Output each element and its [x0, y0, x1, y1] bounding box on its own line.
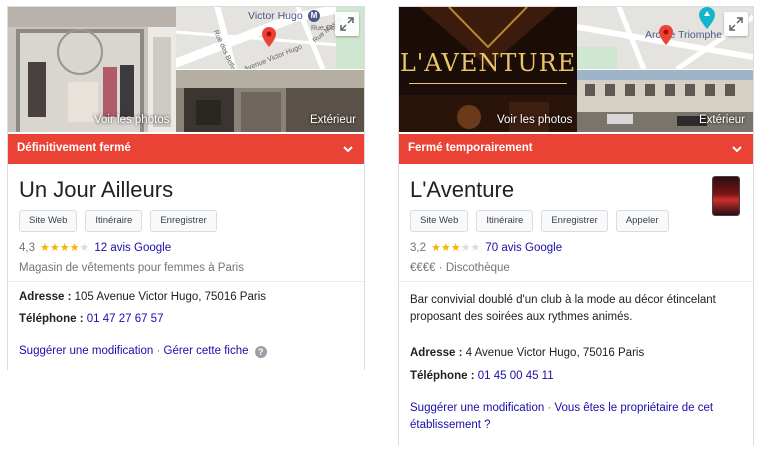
status-text: Fermé temporairement: [408, 142, 533, 154]
star-icon: ★: [450, 242, 461, 254]
website-button[interactable]: Site Web: [410, 210, 469, 232]
business-category-row: €€€€ · Discothèque: [410, 262, 510, 274]
status-banner[interactable]: Fermé temporairement: [399, 134, 753, 164]
star-icon: ★: [440, 242, 451, 254]
logo-rule: [409, 83, 567, 84]
separator: ·: [156, 345, 161, 357]
star-rating: ★ ★ ★ ★ ★: [431, 241, 480, 254]
photos-thumbnail[interactable]: Voir les photos: [8, 7, 176, 132]
chevron-down-icon[interactable]: [731, 143, 743, 155]
star-icon: ★: [40, 242, 50, 254]
suggest-edit-link[interactable]: Suggérer une modification: [410, 402, 544, 414]
address-value: 4 Avenue Victor Hugo, 75016 Paris: [465, 347, 645, 359]
knowledge-panel-un-jour-ailleurs: Voir les photos Victor Hugo M Rue des Be…: [7, 6, 365, 370]
street-view-thumbnail[interactable]: Extérieur: [176, 70, 364, 132]
media-strip: Voir les photos Victor Hugo M Rue des Be…: [8, 7, 364, 132]
star-icon: ★: [69, 242, 80, 254]
address-value: 105 Avenue Victor Hugo, 75016 Paris: [74, 291, 267, 303]
venue-logo-text: L'AVENTURE: [399, 49, 577, 77]
chevron-down-icon[interactable]: [342, 143, 354, 155]
expand-icon: [340, 17, 354, 31]
rating-row: 3,2 ★ ★ ★ ★ ★ 70 avis Google: [410, 241, 562, 255]
save-button[interactable]: Enregistrer: [150, 210, 217, 232]
status-banner[interactable]: Définitivement fermé: [8, 134, 364, 164]
map-thumbnail[interactable]: Arc de Triomphe: [577, 7, 753, 69]
star-icon: ★: [59, 242, 70, 254]
phone-row: Téléphone : 01 45 00 45 11: [410, 370, 554, 382]
address-label: Adresse :: [410, 347, 463, 359]
address-row: Adresse : 4 Avenue Victor Hugo, 75016 Pa…: [410, 347, 644, 359]
map-street-label: Rue Co: [311, 25, 335, 32]
rating-row: 4,3 ★ ★ ★ ★ ★ 12 avis Google: [19, 241, 171, 255]
action-buttons: Site Web Itinéraire Enregistrer: [19, 210, 217, 232]
status-text: Définitivement fermé: [17, 142, 131, 154]
star-icon: ★: [49, 242, 60, 254]
exterior-label[interactable]: Extérieur: [699, 114, 745, 126]
star-icon: ★: [460, 242, 471, 254]
business-category: Magasin de vêtements pour femmes à Paris: [19, 262, 244, 274]
rating-value: 4,3: [19, 241, 35, 254]
phone-label: Téléphone :: [410, 370, 475, 382]
map-pin-icon: [262, 27, 276, 47]
venue-thumbnail-image[interactable]: [713, 177, 739, 215]
price-level: €€€€: [410, 262, 436, 274]
manage-listing-link[interactable]: Gérer cette fiche: [164, 345, 249, 357]
star-icon: ★: [470, 242, 481, 254]
star-rating: ★ ★ ★ ★ ★: [40, 241, 89, 254]
suggest-edit-link[interactable]: Suggérer une modification: [19, 345, 153, 357]
expand-icon: [729, 17, 743, 31]
reviews-link[interactable]: 12 avis Google: [94, 242, 171, 254]
media-strip: L'AVENTURE Voir les photos Arc de Triomp…: [399, 7, 753, 132]
address-label: Adresse :: [19, 291, 72, 303]
knowledge-panel-laventure: L'AVENTURE Voir les photos Arc de Triomp…: [398, 6, 754, 446]
business-title: L'Aventure: [410, 177, 515, 202]
view-photos-label[interactable]: Voir les photos: [94, 114, 169, 126]
map-landmark-label: Arc de Triomphe: [645, 29, 723, 41]
street-view-thumbnail[interactable]: Extérieur: [577, 70, 753, 132]
website-button[interactable]: Site Web: [19, 210, 78, 232]
separator: ·: [547, 402, 552, 414]
directions-button[interactable]: Itinéraire: [476, 210, 534, 232]
reviews-link[interactable]: 70 avis Google: [485, 242, 562, 254]
save-button[interactable]: Enregistrer: [541, 210, 608, 232]
separator: ·: [438, 262, 443, 274]
photos-thumbnail[interactable]: L'AVENTURE Voir les photos: [399, 7, 577, 132]
exterior-label[interactable]: Extérieur: [310, 114, 356, 126]
footer-links: Suggérer une modification · Vous êtes le…: [410, 400, 730, 434]
call-button[interactable]: Appeler: [615, 210, 669, 232]
map-station-label: Victor Hugo: [248, 10, 303, 22]
phone-link[interactable]: 01 45 00 45 11: [478, 370, 554, 382]
phone-label: Téléphone :: [19, 313, 84, 325]
footer-links: Suggérer une modification · Gérer cette …: [19, 343, 267, 360]
rating-value: 3,2: [410, 241, 426, 254]
directions-button[interactable]: Itinéraire: [85, 210, 143, 232]
teal-pin-icon: [699, 7, 715, 29]
expand-map-button[interactable]: [724, 12, 748, 36]
business-description: Bar convivial doublé d'un club à la mode…: [410, 294, 716, 323]
metro-icon: M: [308, 10, 320, 22]
star-icon: ★: [431, 242, 441, 254]
business-title: Un Jour Ailleurs: [19, 177, 174, 202]
phone-row: Téléphone : 01 47 27 67 57: [19, 313, 163, 325]
business-category: Discothèque: [445, 262, 510, 274]
map-pin-icon: [659, 25, 673, 45]
expand-map-button[interactable]: [335, 12, 359, 36]
divider: [8, 281, 364, 282]
address-row: Adresse : 105 Avenue Victor Hugo, 75016 …: [19, 291, 266, 303]
star-icon: ★: [79, 242, 90, 254]
view-photos-label[interactable]: Voir les photos: [497, 114, 572, 126]
map-thumbnail[interactable]: Victor Hugo M Rue des Belles Feuilles Av…: [176, 7, 364, 69]
divider: [399, 281, 753, 282]
help-icon[interactable]: ?: [254, 346, 267, 358]
action-buttons: Site Web Itinéraire Enregistrer Appeler: [410, 210, 669, 232]
phone-link[interactable]: 01 47 27 67 57: [87, 313, 164, 325]
